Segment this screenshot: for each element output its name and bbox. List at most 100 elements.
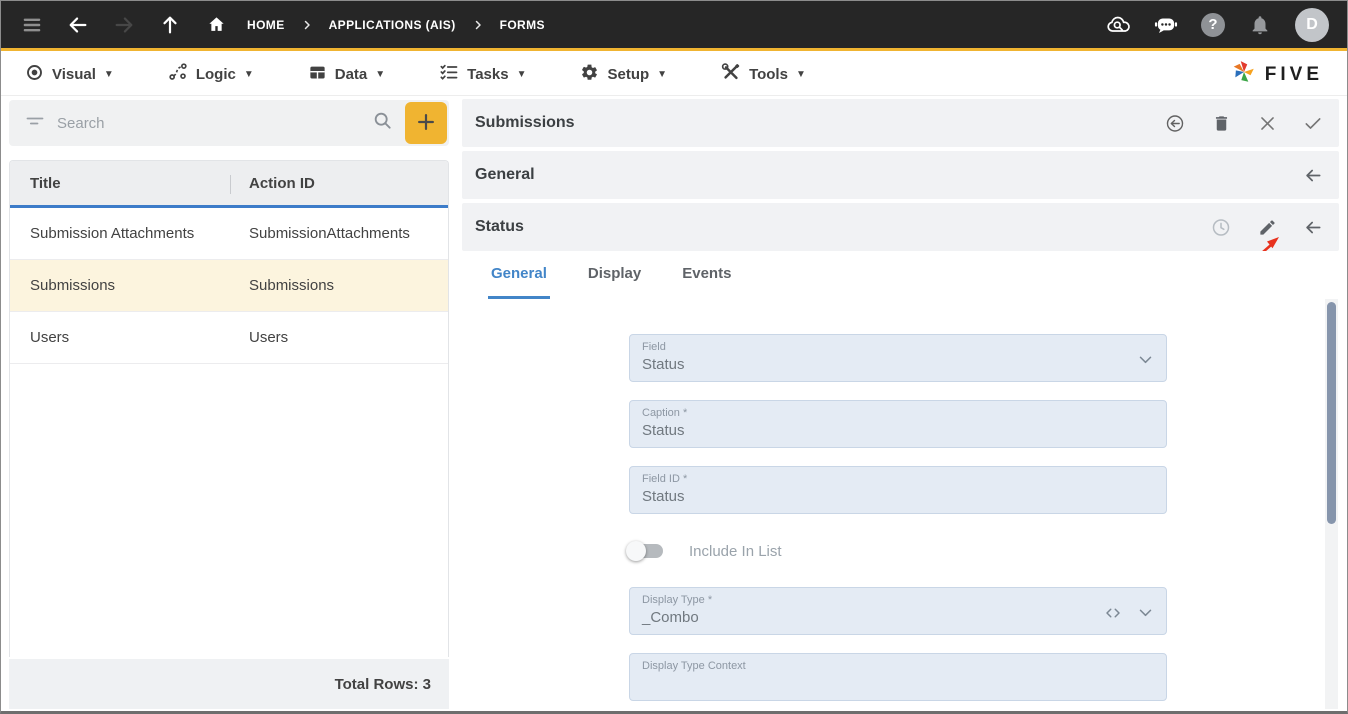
records-list-panel: Title Action ID Submission Attachments S… <box>1 96 450 711</box>
menu-data[interactable]: Data ▼ <box>308 63 385 87</box>
chevron-right-icon <box>301 19 313 31</box>
display-type-context-label: Display Type Context <box>642 660 746 672</box>
section-general-label: General <box>475 166 535 183</box>
collapse-arrow-icon[interactable] <box>1303 217 1323 237</box>
caret-down-icon: ▼ <box>795 69 806 80</box>
restore-icon[interactable] <box>1165 113 1185 133</box>
row-action-id: Users <box>249 329 289 346</box>
app-window: HOME APPLICATIONS (AIS) FORMS ? D Visual… <box>0 0 1348 714</box>
menu-tools[interactable]: Tools ▼ <box>721 62 806 87</box>
row-title: Submission Attachments <box>30 225 195 242</box>
home-icon[interactable] <box>203 12 229 38</box>
scrollbar-thumb[interactable] <box>1327 302 1336 524</box>
caption-label: Caption * <box>642 407 688 419</box>
display-type-value: _Combo <box>642 609 699 626</box>
caret-down-icon: ▼ <box>375 69 386 80</box>
field-id-input[interactable]: Field ID * Status <box>629 466 1167 514</box>
chevron-right-icon <box>472 19 484 31</box>
chevron-down-icon[interactable] <box>1137 351 1154 373</box>
code-icon[interactable] <box>1104 604 1122 627</box>
menu-setup[interactable]: Setup ▼ <box>580 63 667 87</box>
tab-general[interactable]: General <box>488 251 550 299</box>
menu-logic[interactable]: Logic ▼ <box>168 62 254 87</box>
logic-icon <box>168 62 188 87</box>
breadcrumb-home[interactable]: HOME <box>239 18 293 32</box>
clock-icon[interactable] <box>1211 217 1231 237</box>
pencil-icon[interactable] <box>1257 217 1277 237</box>
tab-events[interactable]: Events <box>679 251 734 299</box>
include-in-list-toggle[interactable] <box>626 541 663 561</box>
row-action-id: SubmissionAttachments <box>249 225 410 242</box>
tasks-icon <box>439 62 459 87</box>
breadcrumb-applications[interactable]: APPLICATIONS (AIS) <box>321 18 464 32</box>
menu-bar: Visual ▼ Logic ▼ Data ▼ Tasks ▼ Setup ▼ … <box>1 54 1347 96</box>
caption-value: Status <box>642 422 685 439</box>
top-navigation-bar: HOME APPLICATIONS (AIS) FORMS ? D <box>1 1 1347 51</box>
add-record-button[interactable] <box>405 102 447 144</box>
search-icon[interactable] <box>372 110 393 136</box>
plus-icon <box>415 111 437 136</box>
filter-icon[interactable] <box>25 111 45 136</box>
section-status-label: Status <box>475 218 524 235</box>
breadcrumb-forms[interactable]: FORMS <box>492 18 553 32</box>
table-row[interactable]: Submission Attachments SubmissionAttachm… <box>10 208 448 260</box>
chat-bot-icon[interactable] <box>1153 12 1179 38</box>
menu-setup-label: Setup <box>607 66 650 83</box>
help-icon[interactable]: ? <box>1201 12 1225 37</box>
row-title: Submissions <box>30 277 116 294</box>
record-title: Submissions <box>475 114 575 131</box>
menu-data-label: Data <box>334 66 368 83</box>
hamburger-icon[interactable] <box>19 12 45 38</box>
up-arrow-icon[interactable] <box>157 12 183 38</box>
data-icon <box>308 63 327 87</box>
table-row[interactable]: Users Users <box>10 312 448 364</box>
five-logo: FIVE <box>1231 59 1323 90</box>
total-rows-label: Total Rows: 3 <box>334 675 431 693</box>
column-header-action-id[interactable]: Action ID <box>229 175 448 192</box>
menu-visual[interactable]: Visual ▼ <box>25 63 114 87</box>
bell-icon[interactable] <box>1247 12 1273 38</box>
column-header-title[interactable]: Title <box>10 175 229 192</box>
caption-input[interactable]: Caption * Status <box>629 400 1167 448</box>
check-icon[interactable] <box>1303 113 1323 133</box>
field-id-label: Field ID * <box>642 473 688 485</box>
cloud-search-icon[interactable] <box>1105 12 1131 38</box>
section-status[interactable]: Status <box>462 203 1339 251</box>
include-in-list-label: Include In List <box>689 542 782 560</box>
back-arrow-icon[interactable] <box>65 12 91 38</box>
menu-logic-label: Logic <box>195 66 236 83</box>
field-select-value: Status <box>642 356 685 373</box>
chevron-down-icon[interactable] <box>1137 604 1154 626</box>
menu-tools-label: Tools <box>749 66 788 83</box>
menu-tasks-label: Tasks <box>467 66 509 83</box>
collapse-arrow-icon[interactable] <box>1303 165 1323 185</box>
caret-down-icon: ▼ <box>243 69 254 80</box>
setup-gear-icon <box>580 63 599 87</box>
section-general[interactable]: General <box>462 151 1339 199</box>
visual-icon <box>25 63 44 87</box>
trash-icon[interactable] <box>1211 113 1231 133</box>
display-type-context-input[interactable]: Display Type Context <box>629 653 1167 701</box>
menu-tasks[interactable]: Tasks ▼ <box>439 62 526 87</box>
row-title: Users <box>30 329 70 346</box>
close-icon[interactable] <box>1257 113 1277 133</box>
include-in-list-row: Include In List <box>626 535 1339 567</box>
forward-arrow-icon[interactable] <box>111 12 137 38</box>
record-title-bar: Submissions <box>462 99 1339 147</box>
field-id-value: Status <box>642 488 685 505</box>
table-row-selected[interactable]: Submissions Submissions <box>10 260 448 312</box>
detail-tabs: General Display Events <box>462 251 1339 299</box>
display-type-select[interactable]: Display Type * _Combo <box>629 587 1167 635</box>
table-header: Title Action ID <box>10 161 448 208</box>
search-input[interactable] <box>57 114 362 132</box>
avatar[interactable]: D <box>1295 7 1329 42</box>
search-bar <box>9 100 449 146</box>
display-type-label: Display Type * <box>642 594 713 606</box>
form-content: Field Status Caption * Status Field ID *… <box>462 299 1339 711</box>
table-footer: Total Rows: 3 <box>9 659 449 709</box>
tools-icon <box>721 62 741 87</box>
tab-display[interactable]: Display <box>585 251 644 299</box>
vertical-scrollbar[interactable] <box>1325 299 1338 709</box>
record-detail-panel: Submissions General Status General Displ… <box>462 96 1339 711</box>
field-select[interactable]: Field Status <box>629 334 1167 382</box>
